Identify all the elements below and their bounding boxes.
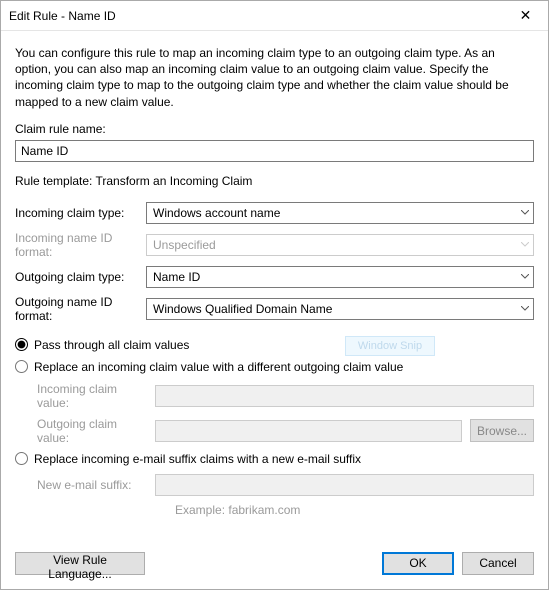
outgoing-claim-type-value: Name ID bbox=[147, 270, 515, 284]
incoming-claim-type-select[interactable]: Windows account name bbox=[146, 202, 534, 224]
outgoing-name-id-format-value: Windows Qualified Domain Name bbox=[147, 302, 515, 316]
replace-value-label: Replace an incoming claim value with a d… bbox=[34, 360, 403, 374]
titlebar: Edit Rule - Name ID ✕ bbox=[1, 1, 548, 31]
new-email-suffix-label: New e-mail suffix: bbox=[37, 478, 147, 492]
outgoing-claim-type-row: Outgoing claim type: Name ID bbox=[15, 266, 534, 288]
description-text: You can configure this rule to map an in… bbox=[15, 45, 534, 110]
dialog-window: Edit Rule - Name ID ✕ You can configure … bbox=[0, 0, 549, 590]
radio-group: Pass through all claim values Window Sni… bbox=[15, 338, 534, 517]
outgoing-claim-type-label: Outgoing claim type: bbox=[15, 270, 140, 284]
incoming-name-id-format-value: Unspecified bbox=[147, 238, 515, 252]
incoming-claim-type-row: Incoming claim type: Windows account nam… bbox=[15, 202, 534, 224]
incoming-name-id-format-label: Incoming name ID format: bbox=[15, 231, 140, 259]
incoming-name-id-format-select: Unspecified bbox=[146, 234, 534, 256]
outgoing-name-id-format-select[interactable]: Windows Qualified Domain Name bbox=[146, 298, 534, 320]
outgoing-claim-type-select[interactable]: Name ID bbox=[146, 266, 534, 288]
new-email-suffix-input bbox=[155, 474, 534, 496]
incoming-name-id-format-row: Incoming name ID format: Unspecified bbox=[15, 231, 534, 259]
replace-value-radio-row: Replace an incoming claim value with a d… bbox=[15, 360, 534, 374]
view-rule-language-button[interactable]: View Rule Language... bbox=[15, 552, 145, 575]
incoming-claim-type-value: Windows account name bbox=[147, 206, 515, 220]
incoming-claim-value-input bbox=[155, 385, 534, 407]
close-icon[interactable]: ✕ bbox=[503, 1, 548, 31]
pass-through-radio[interactable] bbox=[15, 338, 28, 351]
outgoing-claim-value-label: Outgoing claim value: bbox=[37, 417, 147, 445]
outgoing-name-id-format-label: Outgoing name ID format: bbox=[15, 295, 140, 323]
incoming-claim-type-label: Incoming claim type: bbox=[15, 206, 140, 220]
ok-button[interactable]: OK bbox=[382, 552, 454, 575]
replace-value-radio[interactable] bbox=[15, 360, 28, 373]
replace-suffix-radio-row: Replace incoming e-mail suffix claims wi… bbox=[15, 452, 534, 466]
new-email-suffix-row: New e-mail suffix: bbox=[37, 474, 534, 496]
window-title: Edit Rule - Name ID bbox=[1, 9, 503, 23]
replace-suffix-label: Replace incoming e-mail suffix claims wi… bbox=[34, 452, 361, 466]
incoming-claim-value-row: Incoming claim value: bbox=[37, 382, 534, 410]
cancel-button[interactable]: Cancel bbox=[462, 552, 534, 575]
outgoing-claim-value-input bbox=[155, 420, 462, 442]
chevron-down-icon bbox=[515, 267, 533, 287]
pass-through-radio-row: Pass through all claim values Window Sni… bbox=[15, 338, 534, 352]
outgoing-name-id-format-row: Outgoing name ID format: Windows Qualifi… bbox=[15, 295, 534, 323]
browse-button: Browse... bbox=[470, 419, 534, 442]
incoming-claim-value-label: Incoming claim value: bbox=[37, 382, 147, 410]
chevron-down-icon bbox=[515, 235, 533, 255]
replace-suffix-radio[interactable] bbox=[15, 452, 28, 465]
example-text: Example: fabrikam.com bbox=[175, 503, 534, 517]
pass-through-label: Pass through all claim values bbox=[34, 338, 189, 352]
outgoing-claim-value-row: Outgoing claim value: Browse... bbox=[37, 417, 534, 445]
chevron-down-icon bbox=[515, 299, 533, 319]
window-snip-ghost: Window Snip bbox=[345, 336, 435, 356]
claim-rule-name-input[interactable] bbox=[15, 140, 534, 162]
footer: View Rule Language... OK Cancel bbox=[1, 537, 548, 589]
claim-rule-name-label: Claim rule name: bbox=[15, 122, 534, 136]
rule-template-text: Rule template: Transform an Incoming Cla… bbox=[15, 174, 534, 188]
chevron-down-icon bbox=[515, 203, 533, 223]
content-area: You can configure this rule to map an in… bbox=[1, 31, 548, 537]
